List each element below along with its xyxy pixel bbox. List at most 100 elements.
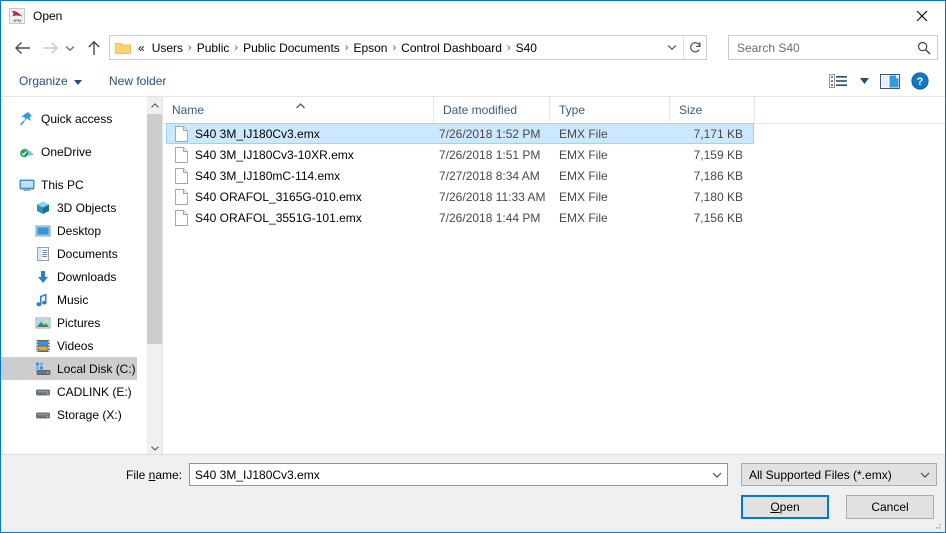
preview-pane-icon xyxy=(880,73,900,89)
resize-grip[interactable] xyxy=(930,517,942,529)
column-header-date-modified[interactable]: Date modified xyxy=(434,97,550,122)
view-controls: ? xyxy=(823,69,935,93)
file-glyph xyxy=(175,209,188,226)
preview-pane-button[interactable] xyxy=(875,69,905,93)
chevron-down-icon xyxy=(859,78,869,84)
sidebar-item-music[interactable]: Music xyxy=(1,288,137,311)
sidebar-item-documents[interactable]: Documents xyxy=(1,242,137,265)
monitor-icon xyxy=(19,177,35,193)
help-button[interactable]: ? xyxy=(905,69,935,93)
file-name-label-post: ame: xyxy=(155,468,183,482)
sidebar-item-pictures[interactable]: Pictures xyxy=(1,311,137,334)
sidebar-item-cadlink-e[interactable]: CADLINK (E:) xyxy=(1,380,137,403)
column-header-size-label: Size xyxy=(679,102,703,117)
cell-date-modified: 7/26/2018 1:52 PM xyxy=(439,126,541,141)
breadcrumb-item-epson[interactable]: Epson xyxy=(349,39,391,57)
navigation-pane-scrollbar[interactable] xyxy=(146,97,163,457)
drive-glyph xyxy=(36,412,50,418)
cancel-button[interactable]: Cancel xyxy=(846,495,934,519)
back-button[interactable] xyxy=(9,35,35,61)
cell-name: S40 3M_IJ180Cv3.emx xyxy=(175,123,430,144)
up-one-level-button[interactable] xyxy=(81,35,107,61)
cell-date-modified: 7/26/2018 1:51 PM xyxy=(439,147,541,162)
column-header-name[interactable]: Name xyxy=(163,97,434,122)
file-name: S40 ORAFOL_3551G-101.emx xyxy=(195,210,362,225)
sidebar-item-desktop[interactable]: Desktop xyxy=(1,219,137,242)
organize-button[interactable]: Organize xyxy=(15,70,86,92)
column-header-size[interactable]: Size xyxy=(670,97,755,122)
file-name-label: File name: xyxy=(126,468,182,482)
breadcrumb-item-control-dashboard[interactable]: Control Dashboard xyxy=(397,39,506,57)
cube-icon xyxy=(35,200,51,216)
sidebar-item-onedrive[interactable]: OneDrive xyxy=(1,140,137,163)
file-type-filter-value: All Supported Files (*.emx) xyxy=(749,467,892,482)
file-type-filter-dropdown-icon[interactable] xyxy=(914,472,936,478)
scrollbar-thumb[interactable] xyxy=(147,114,163,344)
sidebar-item-this-pc[interactable]: This PC xyxy=(1,173,137,196)
table-row[interactable]: S40 ORAFOL_3165G-010.emx 7/26/2018 11:33… xyxy=(163,186,945,207)
chevron-down-icon xyxy=(151,446,159,451)
cell-size: 7,156 KB xyxy=(693,210,743,225)
sidebar-item-local-disk-c[interactable]: Local Disk (C:) xyxy=(1,357,137,380)
sidebar-item-downloads[interactable]: Downloads xyxy=(1,265,137,288)
file-glyph xyxy=(175,167,188,184)
refresh-button[interactable] xyxy=(683,36,706,59)
breadcrumb-item-public[interactable]: Public xyxy=(193,39,234,57)
table-row[interactable]: S40 3M_IJ180Cv3.emx 7/26/2018 1:52 PM EM… xyxy=(163,123,945,144)
sidebar-item-quick-access[interactable]: Quick access xyxy=(1,107,137,130)
up-arrow-icon xyxy=(88,40,100,55)
recent-locations-button[interactable] xyxy=(61,35,79,61)
cell-name: S40 3M_IJ180mC-114.emx xyxy=(175,165,430,186)
breadcrumb-item-users[interactable]: Users xyxy=(148,39,187,57)
caret-up-glyph xyxy=(296,103,305,109)
table-row[interactable]: S40 3M_IJ180Cv3-10XR.emx 7/26/2018 1:51 … xyxy=(163,144,945,165)
resize-grip-icon xyxy=(936,524,941,529)
cell-name: S40 ORAFOL_3551G-101.emx xyxy=(175,207,430,228)
cancel-label: Cancel xyxy=(871,500,909,514)
folder-icon xyxy=(115,41,131,55)
refresh-icon xyxy=(689,42,700,53)
breadcrumb-item-public-documents[interactable]: Public Documents xyxy=(239,39,344,57)
file-name-input[interactable]: S40 3M_IJ180Cv3.emx xyxy=(189,463,728,486)
sidebar-item-3d-objects[interactable]: 3D Objects xyxy=(1,196,137,219)
sidebar-item-videos[interactable]: Videos xyxy=(1,334,137,357)
picture-glyph xyxy=(35,317,51,328)
file-glyph xyxy=(175,188,188,205)
search-input[interactable]: Search S40 xyxy=(737,41,911,55)
download-glyph xyxy=(38,270,48,283)
address-bar[interactable]: « Users › Public › Public Documents › Ep… xyxy=(109,35,707,60)
table-row[interactable]: S40 3M_IJ180mC-114.emx 7/27/2018 8:34 AM… xyxy=(163,165,945,186)
documents-icon xyxy=(35,246,51,262)
close-window-button[interactable] xyxy=(899,1,945,30)
file-type-filter-select[interactable]: All Supported Files (*.emx) xyxy=(741,463,937,486)
local-disk-icon xyxy=(35,361,51,377)
cell-size: 7,171 KB xyxy=(693,126,743,141)
forward-button[interactable] xyxy=(37,35,63,61)
title-bar: VPM Open xyxy=(1,1,945,31)
column-header-name-label: Name xyxy=(172,102,205,117)
breadcrumb-overflow[interactable]: « xyxy=(135,41,148,55)
search-box[interactable]: Search S40 xyxy=(728,35,938,60)
open-button[interactable]: Open xyxy=(741,495,829,519)
cell-date-modified: 7/26/2018 11:33 AM xyxy=(439,189,546,204)
column-header-type[interactable]: Type xyxy=(550,97,670,122)
scroll-up-button[interactable] xyxy=(147,97,163,114)
desktop-glyph xyxy=(35,225,51,236)
view-dropdown-button[interactable] xyxy=(853,69,875,93)
chevron-down-icon xyxy=(65,45,75,51)
drive-icon xyxy=(35,407,51,423)
address-dropdown-button[interactable] xyxy=(661,44,683,51)
close-icon xyxy=(916,10,928,21)
new-folder-button[interactable]: New folder xyxy=(105,70,170,92)
breadcrumb-item-s40[interactable]: S40 xyxy=(512,39,541,57)
new-folder-label: New folder xyxy=(109,74,167,88)
sidebar-item-label: Pictures xyxy=(57,315,101,330)
sidebar-item-label: OneDrive xyxy=(41,144,92,159)
sidebar-item-storage-x[interactable]: Storage (X:) xyxy=(1,403,137,426)
file-name-dropdown-button[interactable] xyxy=(707,472,727,478)
column-header-date-label: Date modified xyxy=(443,102,518,117)
change-view-button[interactable] xyxy=(823,69,853,93)
file-list-pane: Name Date modified Type Size S40 3M_IJ18… xyxy=(163,97,945,457)
table-row[interactable]: S40 ORAFOL_3551G-101.emx 7/26/2018 1:44 … xyxy=(163,207,945,228)
